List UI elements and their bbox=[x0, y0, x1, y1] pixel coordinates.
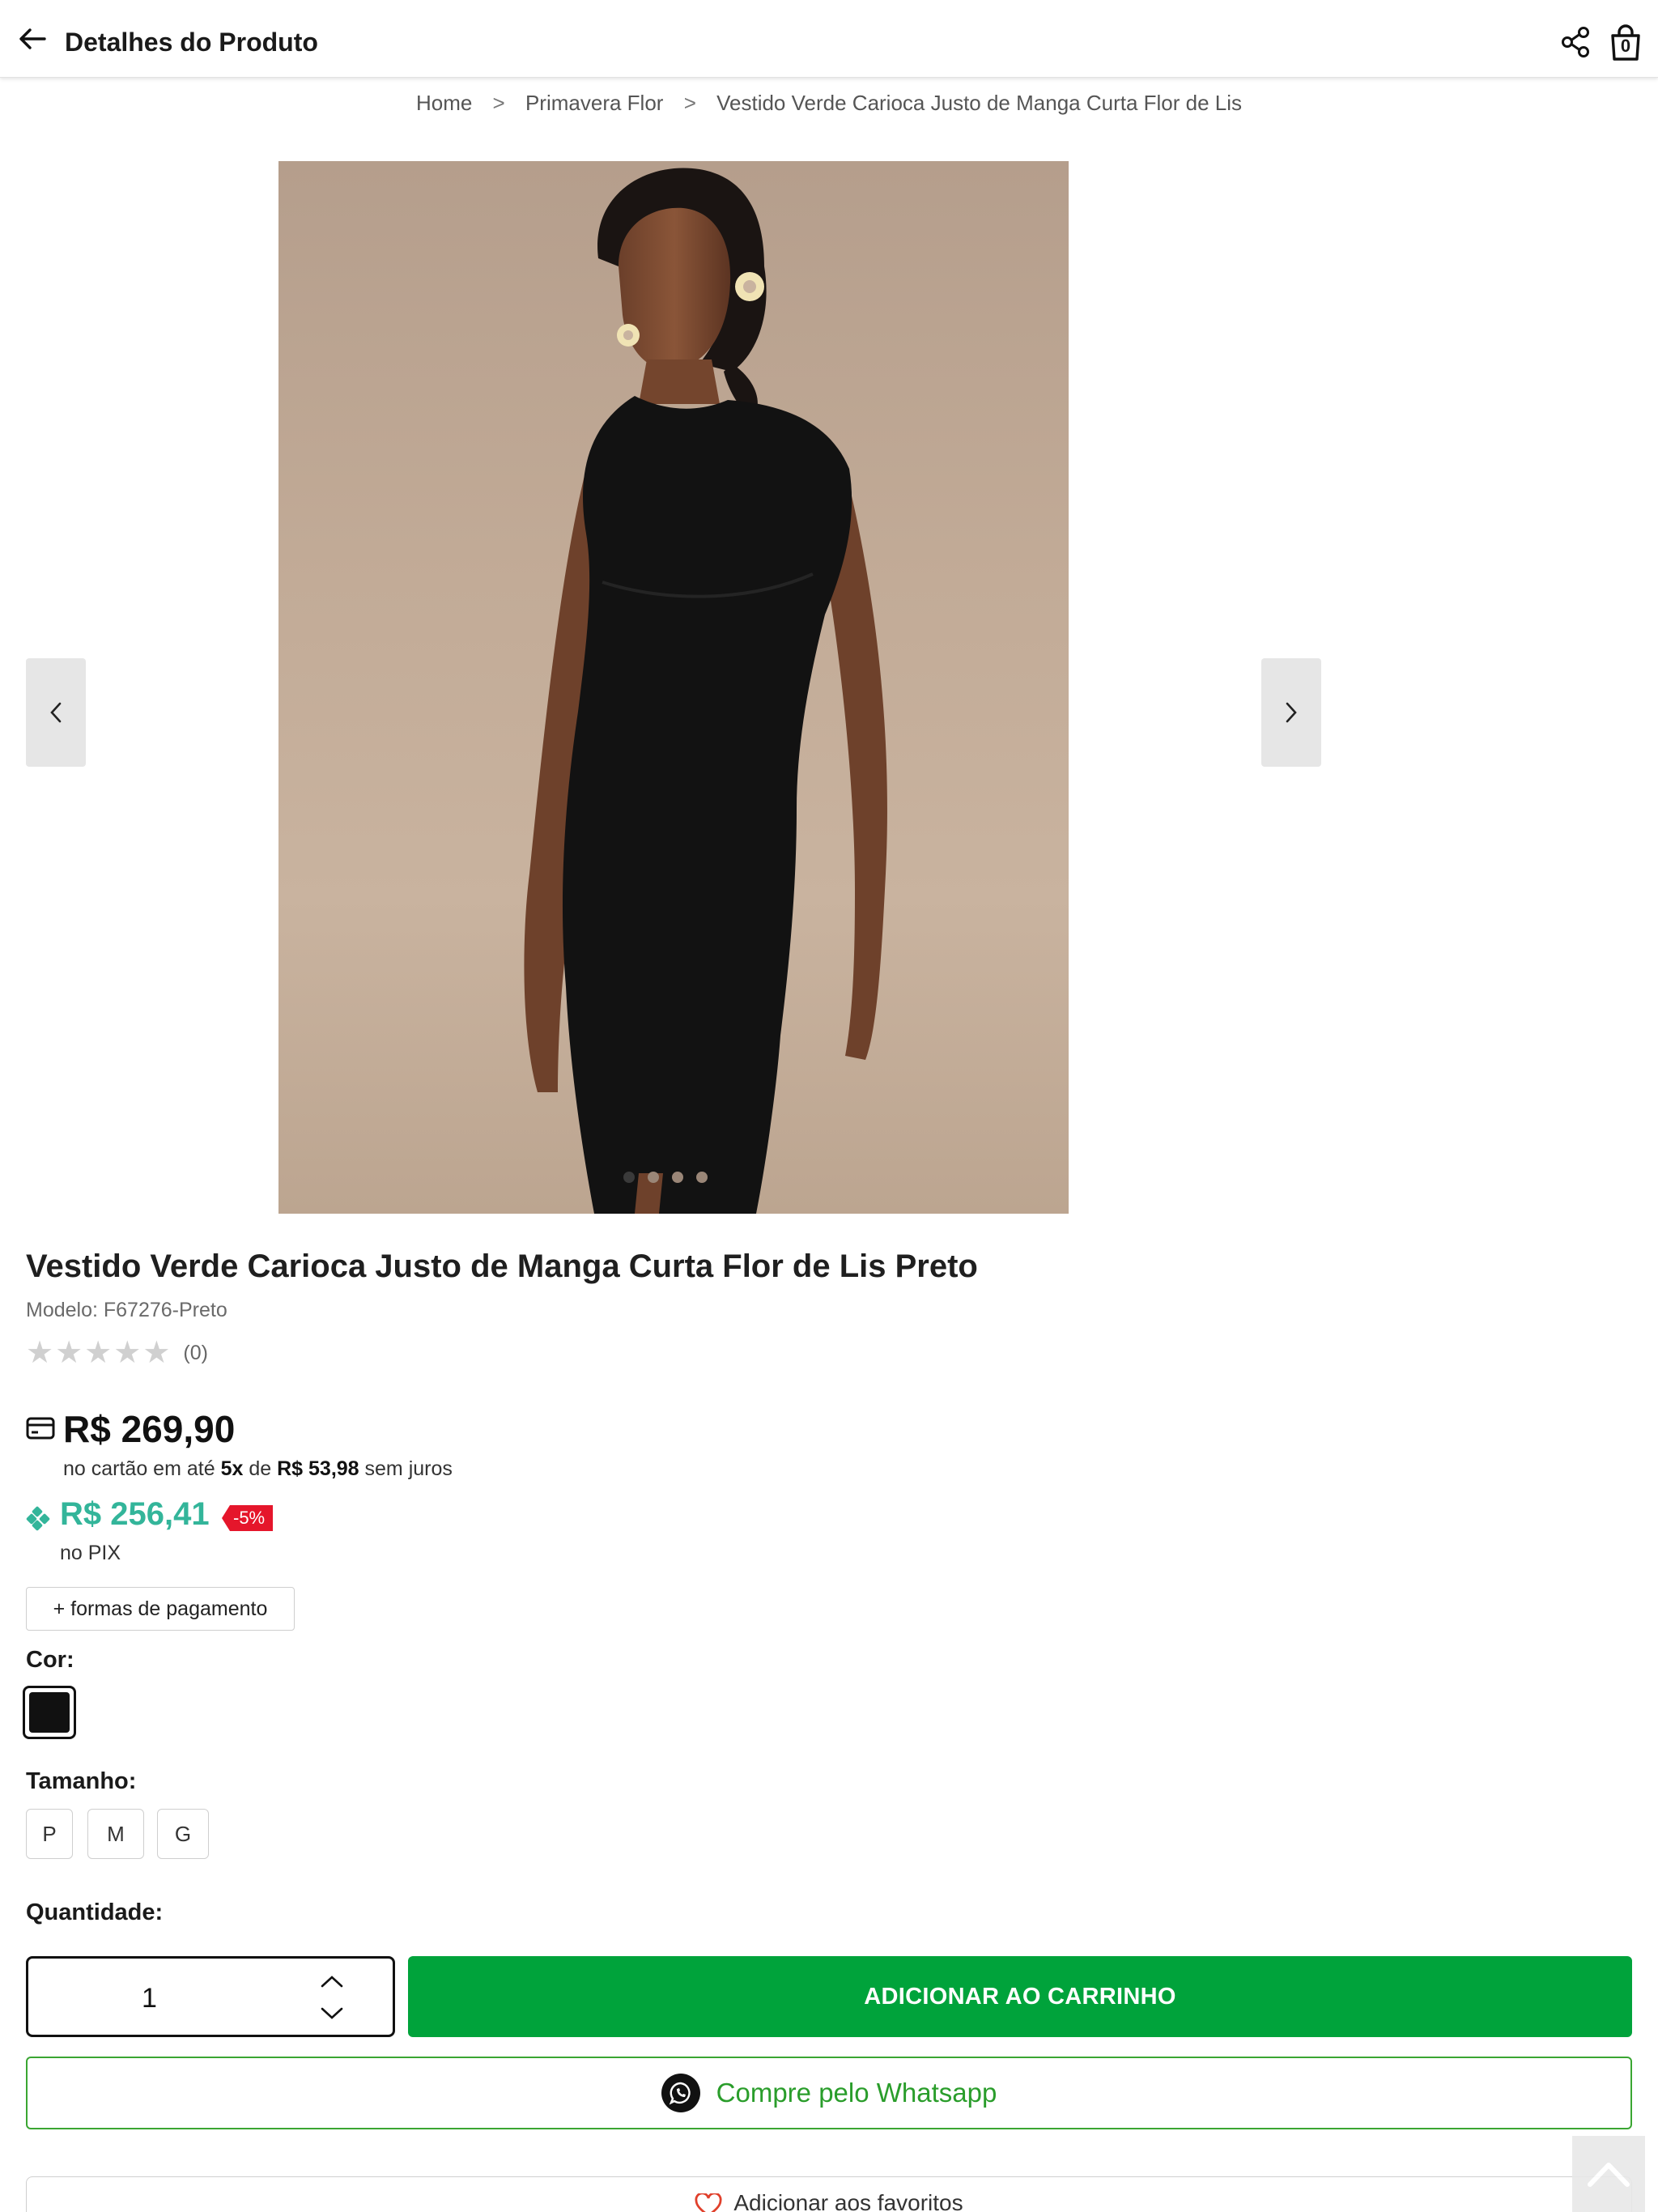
breadcrumb-current: Vestido Verde Carioca Justo de Manga Cur… bbox=[716, 91, 1243, 115]
pix-icon bbox=[26, 1506, 50, 1531]
gallery-prev-button[interactable] bbox=[26, 658, 86, 767]
scroll-top-icon bbox=[1588, 2163, 1630, 2187]
chevron-right-icon bbox=[1286, 702, 1297, 723]
pix-price: R$ 256,41 bbox=[60, 1496, 210, 1532]
quantity-stepper[interactable]: 1 bbox=[26, 1956, 395, 2037]
back-button[interactable] bbox=[15, 23, 50, 55]
star-icon: ★ bbox=[26, 1336, 54, 1370]
star-icon: ★ bbox=[142, 1336, 171, 1370]
page-title: Detalhes do Produto bbox=[65, 28, 318, 57]
size-option-m[interactable]: M bbox=[87, 1809, 144, 1859]
installments-prefix: no cartão em até bbox=[63, 1457, 215, 1480]
add-to-favorites-button[interactable]: Adicionar aos favoritos bbox=[26, 2176, 1632, 2212]
payment-methods-button[interactable]: + formas de pagamento bbox=[26, 1587, 295, 1631]
breadcrumb-category[interactable]: Primavera Flor bbox=[525, 91, 663, 116]
gallery-dot[interactable] bbox=[648, 1172, 659, 1183]
installment-value: R$ 53,98 bbox=[277, 1457, 359, 1480]
pix-label: no PIX bbox=[60, 1542, 121, 1564]
gallery-next-button[interactable] bbox=[1261, 658, 1321, 767]
top-app-bar: Detalhes do Produto 0 bbox=[0, 0, 1658, 78]
installments-suffix: sem juros bbox=[364, 1457, 453, 1480]
installments-info: no cartão em até 5x de R$ 53,98 sem juro… bbox=[63, 1457, 453, 1481]
chevron-up-icon bbox=[321, 1976, 343, 1988]
whatsapp-buy-button[interactable]: Compre pelo Whatsapp bbox=[26, 2057, 1632, 2129]
arrow-left-icon bbox=[19, 28, 46, 49]
scroll-to-top-button[interactable] bbox=[1572, 2136, 1645, 2212]
cart-button[interactable]: 0 bbox=[1609, 24, 1642, 62]
size-option-g[interactable]: G bbox=[157, 1809, 209, 1859]
product-image[interactable] bbox=[278, 161, 1069, 1214]
size-label: Tamanho: bbox=[26, 1768, 137, 1794]
color-label: Cor: bbox=[26, 1647, 74, 1673]
star-icon: ★ bbox=[113, 1336, 142, 1370]
installments-count: 5x bbox=[220, 1457, 244, 1480]
cart-count-badge: 0 bbox=[1620, 36, 1631, 56]
breadcrumb-home[interactable]: Home bbox=[416, 91, 472, 116]
star-icon: ★ bbox=[55, 1336, 83, 1370]
quantity-decrease-button[interactable] bbox=[312, 1999, 352, 2028]
breadcrumb: Home > Primavera Flor > Vestido Verde Ca… bbox=[0, 91, 1658, 116]
card-price: R$ 269,90 bbox=[63, 1408, 236, 1450]
breadcrumb-separator: > bbox=[683, 91, 696, 115]
add-to-cart-button[interactable]: ADICIONAR AO CARRINHO bbox=[408, 1956, 1632, 2037]
quantity-value[interactable]: 1 bbox=[142, 1983, 157, 2014]
gallery-dot[interactable] bbox=[672, 1172, 683, 1183]
chevron-down-icon bbox=[321, 2007, 343, 2019]
product-model: Modelo: F67276-Preto bbox=[26, 1299, 227, 1321]
color-swatch-black[interactable] bbox=[23, 1686, 76, 1739]
favorites-label: Adicionar aos favoritos bbox=[733, 2190, 963, 2212]
star-icon: ★ bbox=[84, 1336, 113, 1370]
gallery-dot[interactable] bbox=[623, 1172, 635, 1183]
quantity-label: Quantidade: bbox=[26, 1899, 164, 1925]
whatsapp-label: Compre pelo Whatsapp bbox=[716, 2078, 997, 2108]
size-option-p[interactable]: P bbox=[26, 1809, 73, 1859]
whatsapp-icon bbox=[661, 2074, 700, 2112]
gallery-pagination bbox=[623, 1172, 708, 1183]
product-photo bbox=[524, 168, 887, 1214]
rating-stars[interactable]: ★ ★ ★ ★ ★ (0) bbox=[26, 1338, 208, 1368]
heart-icon bbox=[695, 2193, 722, 2212]
product-title: Vestido Verde Carioca Justo de Manga Cur… bbox=[26, 1249, 978, 1284]
review-count: (0) bbox=[183, 1341, 208, 1364]
share-icon bbox=[1562, 27, 1589, 57]
credit-card-icon bbox=[26, 1417, 55, 1440]
installments-mid: de bbox=[249, 1457, 272, 1480]
color-swatch-fill bbox=[29, 1692, 70, 1733]
share-button[interactable] bbox=[1559, 26, 1592, 58]
chevron-left-icon bbox=[50, 702, 62, 723]
breadcrumb-separator: > bbox=[492, 91, 505, 115]
discount-badge: -5% bbox=[222, 1505, 274, 1531]
gallery-dot[interactable] bbox=[696, 1172, 708, 1183]
quantity-increase-button[interactable] bbox=[312, 1967, 352, 1996]
